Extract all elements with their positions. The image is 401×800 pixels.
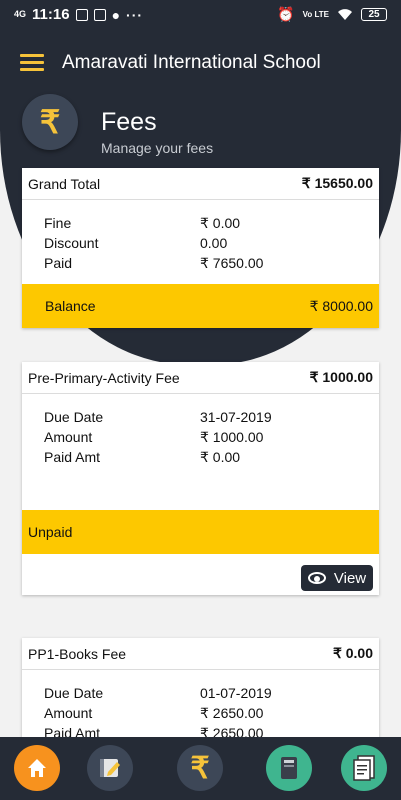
row-value: 0.00 <box>200 235 228 251</box>
image-notification-icon <box>93 8 106 21</box>
balance-value: ₹ 8000.00 <box>309 297 373 314</box>
message-icon: ● <box>111 6 121 23</box>
summary-row: Fine ₹ 0.00 <box>44 213 379 233</box>
page-subtitle: Manage your fees <box>101 140 214 156</box>
rupee-icon: ₹ <box>22 94 78 150</box>
summary-header: Grand Total ₹ 15650.00 <box>22 168 379 200</box>
book-icon <box>281 757 297 779</box>
nav-documents[interactable] <box>341 745 387 791</box>
row-label: Paid <box>44 255 73 271</box>
fee-header: Pre-Primary-Activity Fee ₹ 1000.00 <box>22 362 379 394</box>
bottom-navigation: ₹ <box>0 737 401 800</box>
fee-card: Pre-Primary-Activity Fee ₹ 1000.00 Due D… <box>22 362 379 595</box>
status-time: 11:16 <box>32 6 70 23</box>
status-bar: 4G 11:16 ● ··· ⏰ Vo LTE 25 <box>0 0 401 30</box>
home-icon <box>28 759 46 777</box>
grand-total-value: ₹ 15650.00 <box>301 175 373 191</box>
nav-home[interactable] <box>14 745 60 791</box>
notebook-icon <box>100 759 120 777</box>
row-value: ₹ 0.00 <box>200 448 241 465</box>
fee-amount: ₹ 0.00 <box>332 645 373 661</box>
menu-icon[interactable] <box>20 54 44 72</box>
summary-card: Grand Total ₹ 15650.00 Fine ₹ 0.00 Discou… <box>22 168 379 328</box>
view-button[interactable]: View <box>301 565 373 591</box>
nav-notebook[interactable] <box>87 745 133 791</box>
network-indicator: 4G <box>14 9 27 19</box>
nav-fees[interactable]: ₹ <box>177 745 223 791</box>
row-value: 31-07-2019 <box>200 409 272 425</box>
alarm-icon: ⏰ <box>277 6 295 22</box>
fee-rows: Due Date 31-07-2019 Amount ₹ 1000.00 Paid … <box>22 394 379 467</box>
fee-row: Amount ₹ 1000.00 <box>44 427 379 447</box>
eye-icon <box>307 572 326 584</box>
summary-row: Paid ₹ 7650.00 <box>44 253 379 273</box>
fee-name: Pre-Primary-Activity Fee <box>28 369 180 386</box>
row-label: Amount <box>44 429 93 445</box>
lte-indicator: Vo LTE <box>302 9 329 19</box>
fee-row: Paid Amt ₹ 0.00 <box>44 447 379 467</box>
status-bar-unpaid: Unpaid <box>22 510 379 554</box>
fee-name: PP1-Books Fee <box>28 645 127 662</box>
row-value: ₹ 1000.00 <box>200 428 264 445</box>
row-value: ₹ 2650.00 <box>200 704 264 721</box>
balance-label: Balance <box>45 298 96 314</box>
fee-row: Due Date 31-07-2019 <box>44 407 379 427</box>
app-title: Amaravati International School <box>62 52 321 73</box>
battery-level: 25 <box>368 9 380 20</box>
fee-row: Due Date 01-07-2019 <box>44 683 379 703</box>
summary-title: Grand Total <box>28 175 101 192</box>
fee-card: PP1-Books Fee ₹ 0.00 Due Date 01-07-2019 … <box>22 638 379 748</box>
row-value: ₹ 0.00 <box>200 214 241 231</box>
rupee-icon: ₹ <box>190 751 210 785</box>
summary-row: Discount 0.00 <box>44 233 379 253</box>
balance-bar: Balance ₹ 8000.00 <box>22 284 379 328</box>
row-value: 01-07-2019 <box>200 685 272 701</box>
view-label: View <box>333 569 367 587</box>
wifi-icon <box>338 9 352 20</box>
summary-rows: Fine ₹ 0.00 Discount 0.00 Paid ₹ 7650.00 <box>22 200 379 273</box>
row-value: ₹ 7650.00 <box>200 254 264 271</box>
row-label: Due Date <box>44 685 104 701</box>
battery-icon: 25 <box>361 8 387 21</box>
document-icon <box>353 755 375 781</box>
fee-header: PP1-Books Fee ₹ 0.00 <box>22 638 379 670</box>
fee-amount: ₹ 1000.00 <box>309 369 373 385</box>
more-notifications-icon: ··· <box>126 6 144 23</box>
row-label: Amount <box>44 705 93 721</box>
row-label: Due Date <box>44 409 104 425</box>
page-title: Fees <box>101 108 157 136</box>
app-bar: Amaravati International School <box>0 30 401 94</box>
row-label: Fine <box>44 215 72 231</box>
fee-rows: Due Date 01-07-2019 Amount ₹ 2650.00 Paid … <box>22 670 379 743</box>
row-label: Discount <box>44 235 99 251</box>
fee-row: Amount ₹ 2650.00 <box>44 703 379 723</box>
notification-icon <box>75 8 88 21</box>
payment-status: Unpaid <box>28 524 73 540</box>
nav-library[interactable] <box>266 745 312 791</box>
row-label: Paid Amt <box>44 449 101 465</box>
